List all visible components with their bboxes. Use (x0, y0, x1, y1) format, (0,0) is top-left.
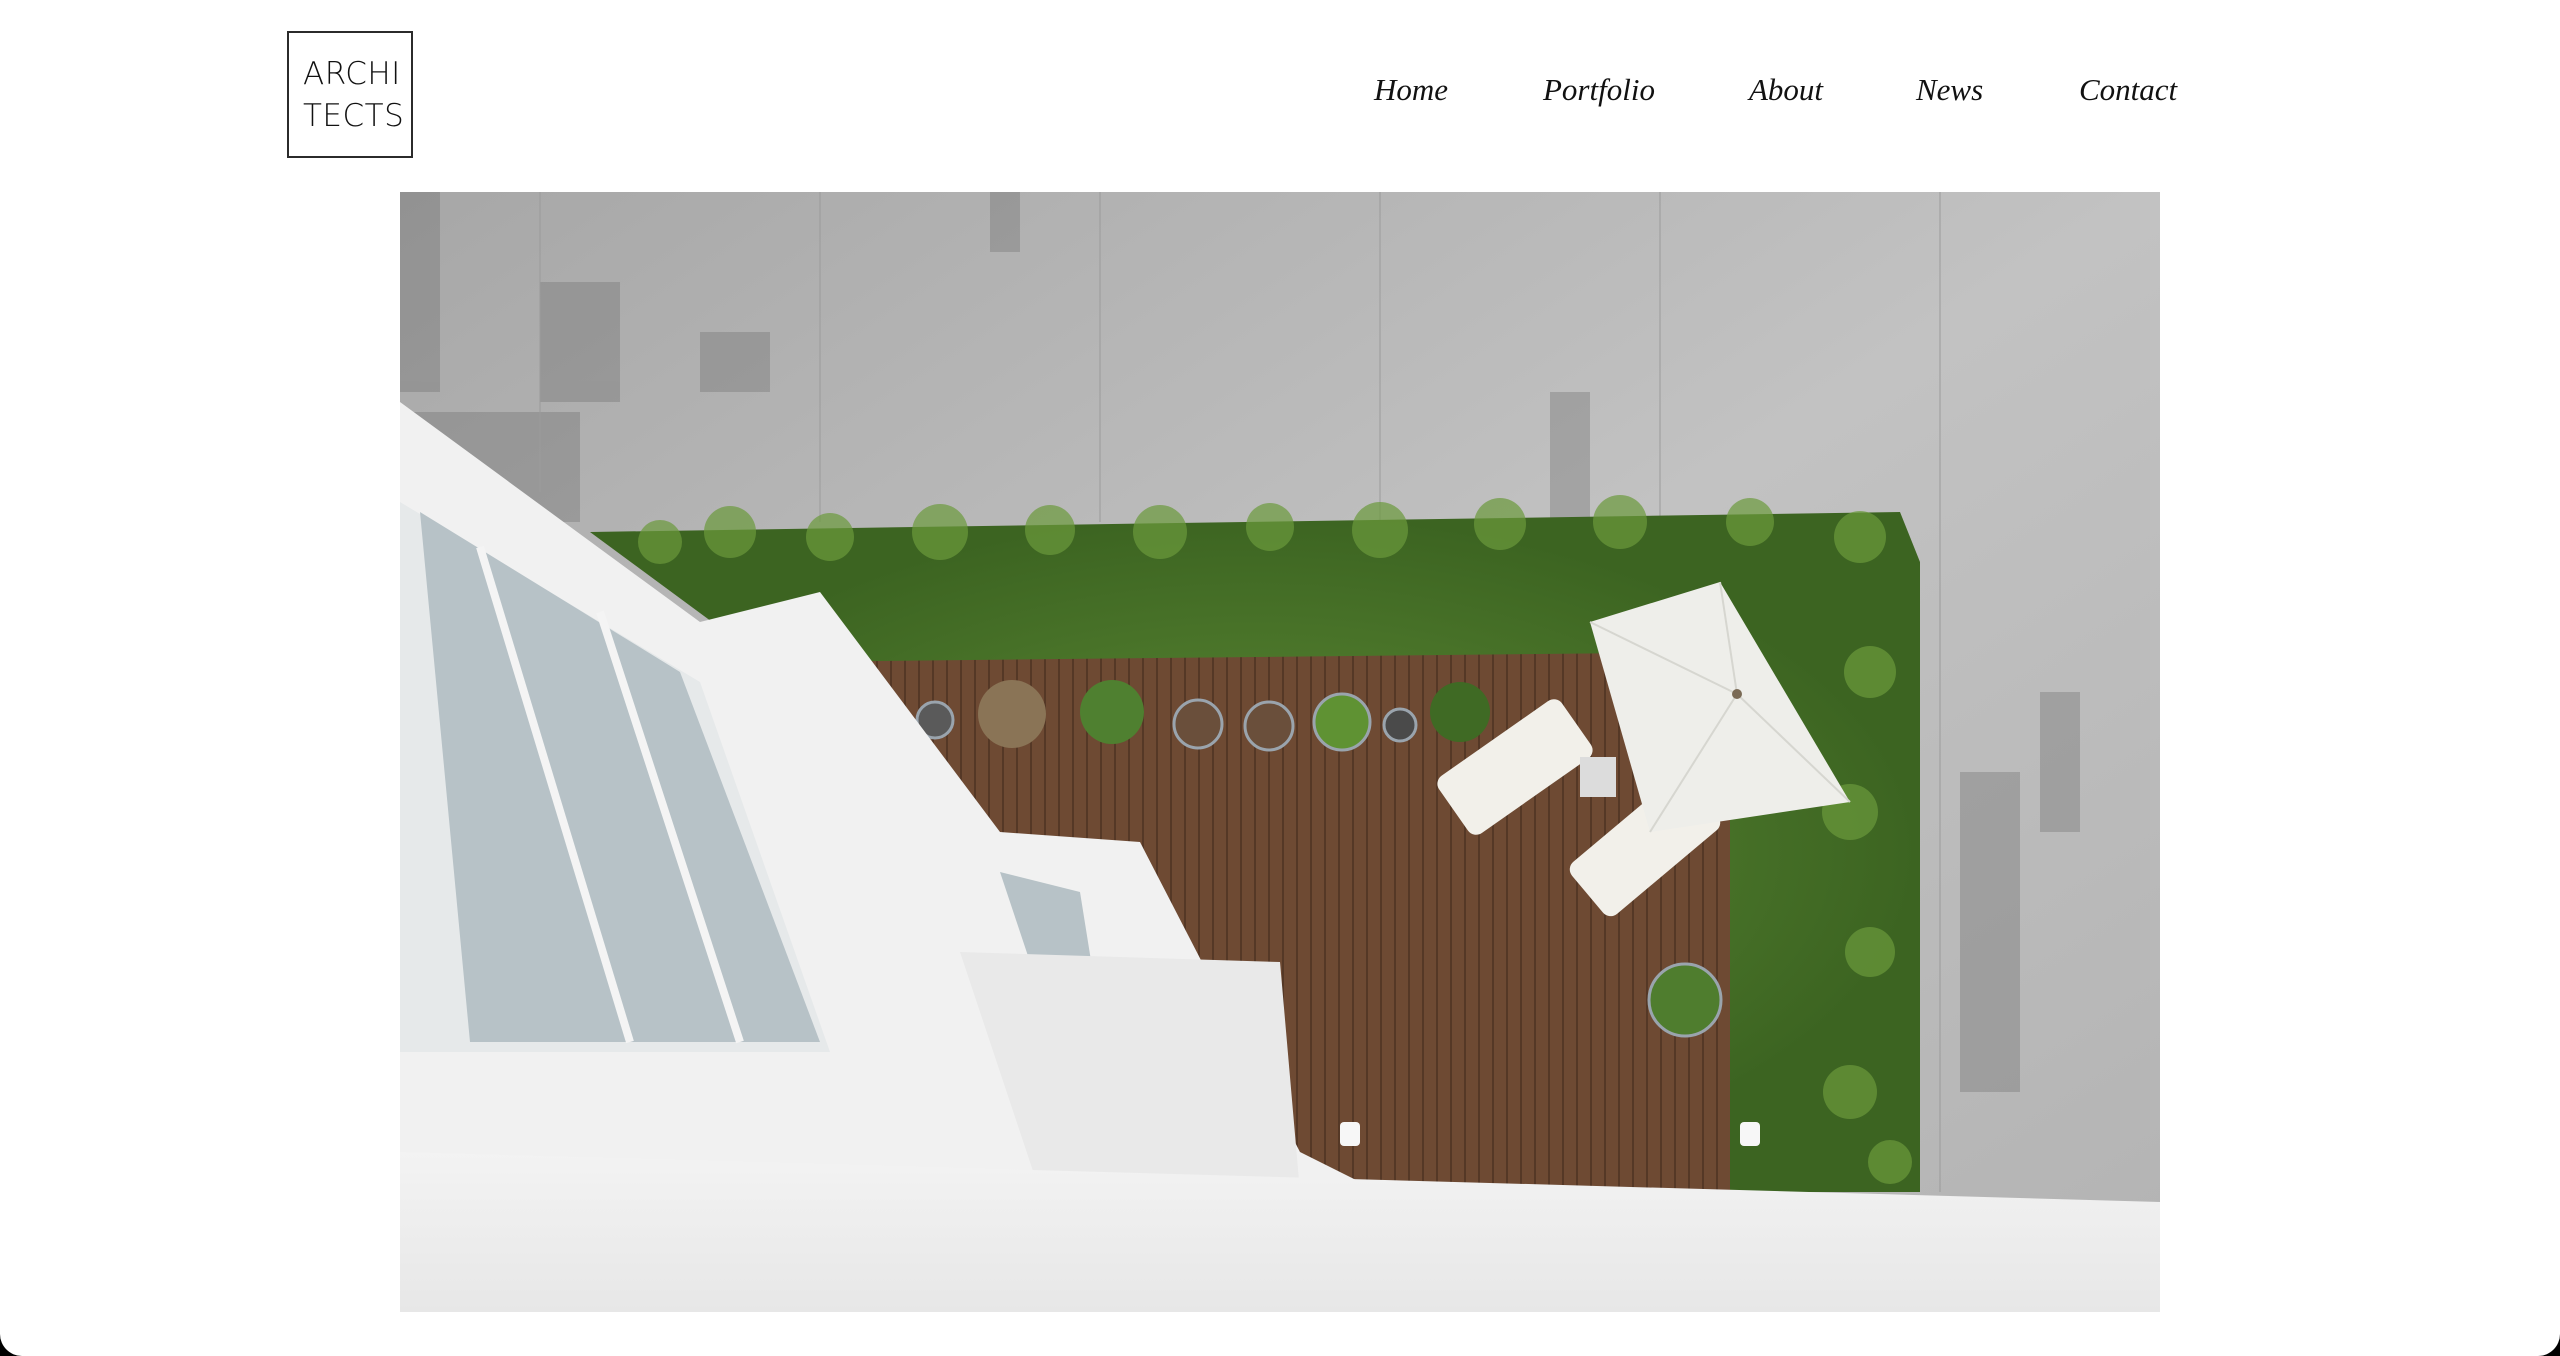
site-logo[interactable]: ARCHI TECTS (287, 31, 413, 158)
hero-photo (400, 192, 2160, 1312)
hero-image (400, 192, 2160, 1312)
nav-home[interactable]: Home (1374, 72, 1448, 108)
page: ARCHI TECTS Home Portfolio About News Co… (0, 0, 2560, 1356)
nav-portfolio[interactable]: Portfolio (1543, 72, 1655, 108)
nav-news[interactable]: News (1916, 72, 1983, 108)
nav-contact[interactable]: Contact (2079, 72, 2177, 108)
nav-about[interactable]: About (1749, 72, 1823, 108)
logo-line-1: ARCHI (303, 55, 401, 92)
main-nav: Home Portfolio About News Contact (1360, 72, 2360, 122)
logo-line-2: TECTS (303, 97, 405, 134)
